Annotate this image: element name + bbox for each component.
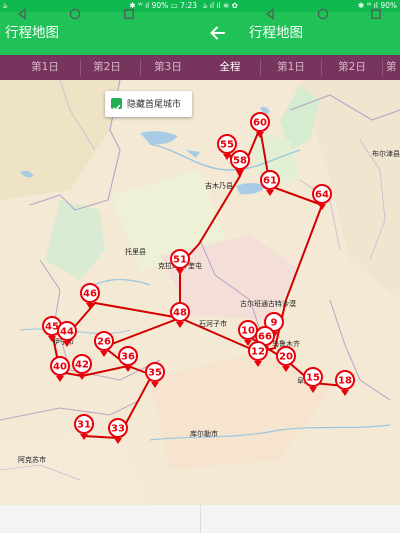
marker-pin-icon <box>176 269 184 275</box>
marker-pin-icon <box>80 434 88 440</box>
route-marker[interactable]: 46 <box>80 283 100 309</box>
marker-label: 31 <box>77 420 91 431</box>
nav-home-icon[interactable] <box>69 8 81 20</box>
marker-pin-icon <box>341 390 349 396</box>
route-marker[interactable]: 42 <box>72 354 92 380</box>
route-marker[interactable]: 12 <box>248 341 268 367</box>
marker-label: 44 <box>60 327 74 338</box>
day-tabs: 全程 第1日 第2日 第 <box>200 55 400 80</box>
marker-label: 58 <box>233 156 247 167</box>
marker-pin-icon <box>114 438 122 444</box>
marker-pin-icon <box>282 366 290 372</box>
nav-back-icon[interactable] <box>16 8 28 20</box>
tab-day-1[interactable]: 第1日 <box>262 55 320 80</box>
route-marker[interactable]: 26 <box>94 331 114 357</box>
app-bar: 行程地图 <box>0 12 200 55</box>
marker-pin-icon <box>254 361 262 367</box>
marker-label: 20 <box>279 352 293 363</box>
marker-label: 18 <box>338 376 352 387</box>
marker-pin-icon <box>124 366 132 372</box>
route-marker[interactable]: 35 <box>145 362 165 388</box>
nav-home-icon[interactable] <box>317 8 329 20</box>
tab-divider <box>321 59 322 76</box>
marker-label: 12 <box>251 347 265 358</box>
marker-label: 26 <box>97 337 111 348</box>
route-marker[interactable]: 15 <box>303 367 323 393</box>
page-title: 行程地图 <box>5 25 59 41</box>
tab-day-2[interactable]: 第2日 <box>324 55 380 80</box>
tab-divider <box>382 59 383 76</box>
marker-label: 60 <box>253 118 267 129</box>
route-markers-layer: 60 55 58 61 64 51 46 48 45 44 26 10 9 66 40 42 36 12 20 15 1… <box>42 112 355 444</box>
nav-recents-icon[interactable] <box>123 8 135 20</box>
marker-label: 36 <box>121 352 135 363</box>
tab-divider <box>140 59 141 76</box>
marker-label: 46 <box>83 289 97 300</box>
route-marker[interactable]: 64 <box>312 184 332 210</box>
status-left: ঌ ıl ıl ≋ ✿ <box>203 1 238 10</box>
marker-pin-icon <box>256 132 264 138</box>
marker-pin-icon <box>223 154 231 160</box>
marker-pin-icon <box>151 382 159 388</box>
route-marker[interactable]: 40 <box>50 356 70 382</box>
marker-label: 9 <box>271 318 278 329</box>
route-marker[interactable]: 58 <box>230 150 250 176</box>
status-left: ঌ <box>3 1 8 10</box>
marker-pin-icon <box>100 351 108 357</box>
marker-label: 55 <box>220 140 234 151</box>
marker-label: 10 <box>241 326 255 337</box>
route-marker[interactable]: 60 <box>250 112 270 138</box>
page-title: 行程地图 <box>249 25 303 41</box>
route-marker[interactable]: 61 <box>260 170 280 196</box>
nav-back-icon[interactable] <box>264 8 276 20</box>
tab-day-3[interactable]: 第 <box>386 55 400 80</box>
tab-divider <box>80 59 81 76</box>
marker-pin-icon <box>309 387 317 393</box>
tab-day-2[interactable]: 第2日 <box>82 55 132 80</box>
route-marker[interactable]: 44 <box>57 321 77 347</box>
tab-all[interactable]: 全程 <box>200 55 260 80</box>
route-marker[interactable]: 51 <box>170 249 190 275</box>
tab-day-3[interactable]: 第3日 <box>143 55 193 80</box>
marker-pin-icon <box>56 376 64 382</box>
marker-pin-icon <box>318 204 326 210</box>
route-marker[interactable]: 18 <box>335 370 355 396</box>
route-marker[interactable]: 33 <box>108 418 128 444</box>
marker-pin-icon <box>236 170 244 176</box>
status-bar: ঌ ✱ ᵂ ıl 90% ▭ 7:23 <box>0 0 200 12</box>
marker-label: 35 <box>148 368 162 379</box>
marker-pin-icon <box>78 374 86 380</box>
tab-divider <box>260 59 261 76</box>
marker-label: 61 <box>263 176 277 187</box>
marker-label: 15 <box>306 373 320 384</box>
back-arrow-icon[interactable] <box>208 23 228 43</box>
marker-label: 66 <box>258 332 272 343</box>
route-marker[interactable]: 48 <box>170 302 190 328</box>
marker-label: 45 <box>45 322 59 333</box>
marker-pin-icon <box>63 341 71 347</box>
day-tabs: 第1日 第2日 第3日 <box>0 55 200 80</box>
marker-pin-icon <box>86 303 94 309</box>
nav-recents-icon[interactable] <box>370 8 382 20</box>
status-right: ✱ ᵂ ıl 90% ▭ 7:23 <box>129 1 197 10</box>
marker-label: 64 <box>315 190 329 201</box>
marker-label: 33 <box>111 424 125 435</box>
marker-label: 51 <box>173 255 187 266</box>
screen-divider <box>200 505 201 533</box>
route-marker[interactable]: 20 <box>276 346 296 372</box>
marker-pin-icon <box>48 336 56 342</box>
tab-day-1[interactable]: 第1日 <box>20 55 70 80</box>
marker-pin-icon <box>176 322 184 328</box>
marker-label: 40 <box>53 362 67 373</box>
route-marker[interactable]: 31 <box>74 414 94 440</box>
marker-pin-icon <box>266 190 274 196</box>
marker-label: 42 <box>75 360 89 371</box>
marker-label: 48 <box>173 308 187 319</box>
route-marker[interactable]: 36 <box>118 346 138 372</box>
